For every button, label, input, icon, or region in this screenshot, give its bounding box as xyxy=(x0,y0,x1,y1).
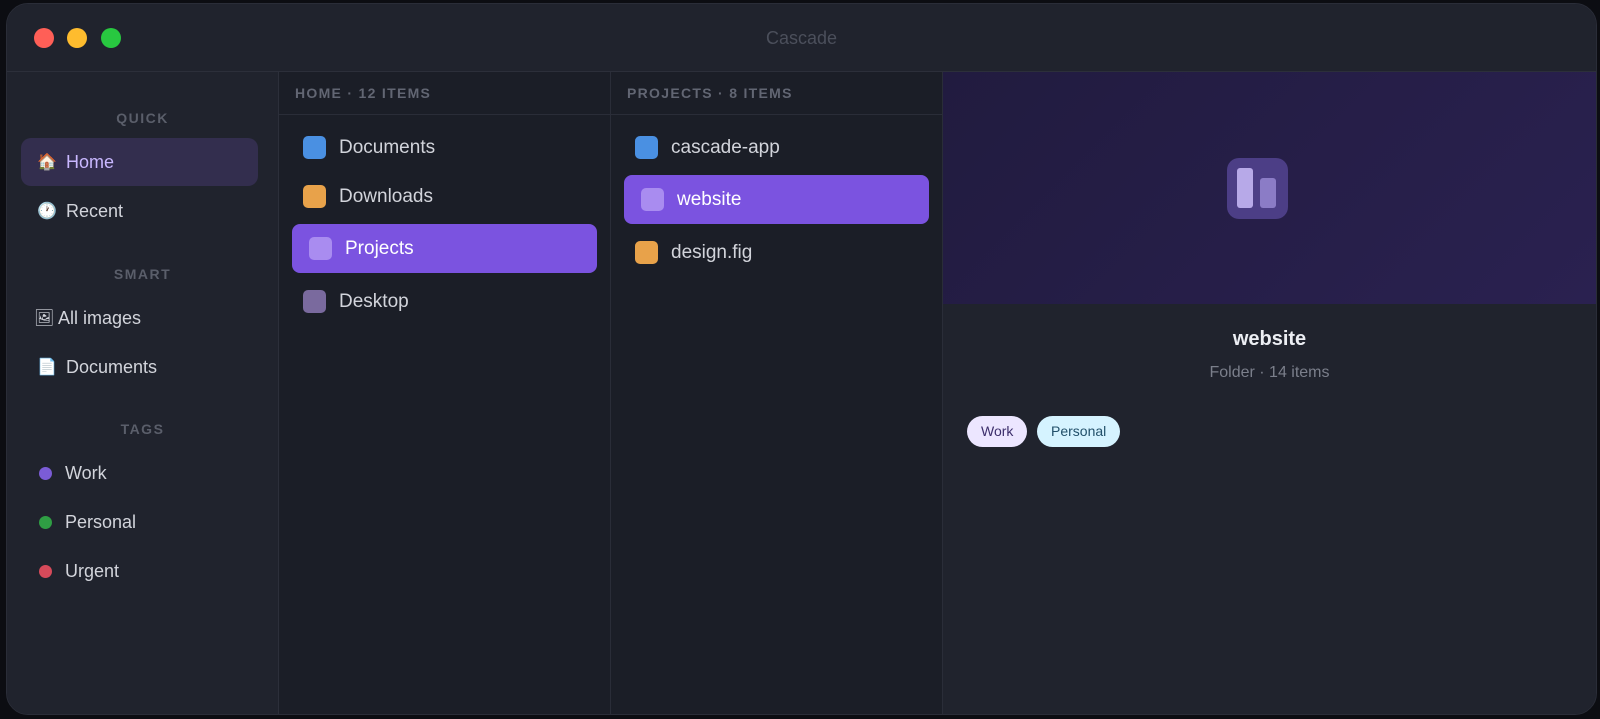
sidebar-item-tag-personal[interactable]: Personal xyxy=(21,498,258,546)
sidebar-item-documents[interactable]: 📄 Documents xyxy=(21,343,258,391)
column-home: HOME · 12 ITEMS Documents Downloads Proj… xyxy=(279,72,611,714)
window-title: Cascade xyxy=(765,28,838,48)
item-label: Desktop xyxy=(339,290,409,312)
folder-icon xyxy=(303,185,326,208)
column-header: HOME · 12 ITEMS xyxy=(279,72,610,115)
tag-dot-icon xyxy=(39,564,52,578)
folder-icon xyxy=(635,136,658,159)
detail-title: website xyxy=(1232,328,1307,350)
sidebar-item-tag-work[interactable]: Work xyxy=(21,449,258,497)
tag-dot-icon xyxy=(39,466,52,480)
list-item-website[interactable]: website xyxy=(624,175,929,224)
section-label-quick: QUICK xyxy=(116,110,169,126)
list-item-cascade-app[interactable]: cascade-app xyxy=(624,123,929,172)
list-item-projects[interactable]: Projects xyxy=(292,224,597,273)
sidebar-item-label: Documents xyxy=(66,356,158,377)
title-bar: Cascade xyxy=(7,4,1596,72)
section-label-smart: SMART xyxy=(113,266,172,282)
home-icon: 🏠 xyxy=(37,154,57,171)
clock-icon: 🕐 xyxy=(37,203,57,220)
sidebar-item-label: Work xyxy=(65,462,107,483)
section-label-tags: TAGS xyxy=(120,421,165,437)
column-header: PROJECTS · 8 ITEMS xyxy=(611,72,942,115)
folder-icon xyxy=(309,237,332,260)
image-icon: 🖼 xyxy=(34,310,55,327)
sidebar-item-label: All images xyxy=(58,307,142,328)
sidebar-item-all-images[interactable]: 🖼 All images xyxy=(21,294,258,342)
folder-icon xyxy=(641,188,664,211)
item-label: Downloads xyxy=(339,185,433,207)
sidebar-item-label: Personal xyxy=(65,511,137,532)
tag-dot-icon xyxy=(39,515,52,529)
folder-icon xyxy=(303,136,326,159)
tag-pill-work[interactable]: Work xyxy=(967,416,1028,447)
tag-pill-personal[interactable]: Personal xyxy=(1037,416,1121,447)
list-item-design-fig[interactable]: design.fig xyxy=(624,228,929,277)
folder-preview-icon xyxy=(1227,158,1288,219)
list-item-desktop[interactable]: Desktop xyxy=(292,277,597,326)
list-item-documents[interactable]: Documents xyxy=(292,123,597,172)
sidebar-item-home[interactable]: 🏠 Home xyxy=(21,138,258,186)
detail-pane: website Folder · 14 items Work Personal xyxy=(943,72,1596,714)
sidebar-item-label: Urgent xyxy=(65,560,120,581)
app-window: Cascade QUICK 🏠 Home 🕐 Recent SMART 🖼 Al… xyxy=(6,3,1597,715)
preview-area xyxy=(943,72,1596,304)
document-icon: 📄 xyxy=(37,359,57,376)
sidebar-item-label: Recent xyxy=(66,200,124,221)
item-label: website xyxy=(677,188,742,210)
item-label: design.fig xyxy=(671,241,753,263)
item-label: cascade-app xyxy=(671,136,780,158)
sidebar-item-tag-urgent[interactable]: Urgent xyxy=(21,547,258,595)
sidebar-item-recent[interactable]: 🕐 Recent xyxy=(21,187,258,235)
sidebar: QUICK 🏠 Home 🕐 Recent SMART 🖼 All images… xyxy=(7,72,279,714)
column-projects: PROJECTS · 8 ITEMS cascade-app website d… xyxy=(611,72,943,714)
file-icon xyxy=(635,241,658,264)
list-item-downloads[interactable]: Downloads xyxy=(292,172,597,221)
detail-meta: Folder · 14 items xyxy=(1209,364,1330,381)
folder-icon xyxy=(303,290,326,313)
item-label: Documents xyxy=(339,136,436,158)
sidebar-item-label: Home xyxy=(66,151,115,172)
item-label: Projects xyxy=(345,237,414,259)
